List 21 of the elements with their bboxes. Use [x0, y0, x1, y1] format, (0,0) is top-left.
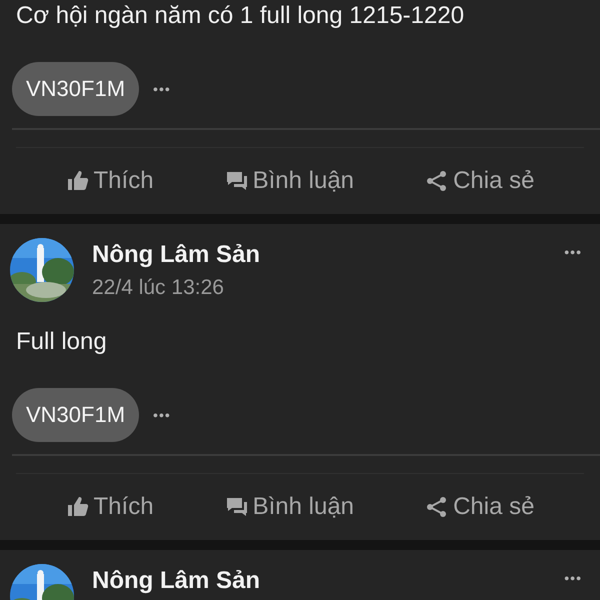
- speech-bubbles-icon: [224, 169, 249, 193]
- share-button[interactable]: Chia sẻ: [419, 163, 540, 199]
- like-button[interactable]: Thích: [60, 163, 160, 199]
- comment-button[interactable]: Bình luận: [218, 489, 360, 525]
- symbol-tag[interactable]: VN30F1M: [12, 62, 140, 116]
- more-options-button[interactable]: •••: [564, 570, 582, 586]
- like-button[interactable]: Thích: [60, 489, 160, 525]
- more-button[interactable]: •••: [153, 81, 171, 97]
- speech-bubbles-icon: [224, 495, 249, 519]
- thumbs-up-icon: [66, 495, 90, 519]
- more-button[interactable]: •••: [153, 407, 171, 423]
- post-text: Full long: [15, 327, 108, 357]
- share-button[interactable]: Chia sẻ: [419, 489, 540, 525]
- more-options-button[interactable]: •••: [564, 244, 582, 260]
- author-name[interactable]: Nông Lâm Sản: [92, 242, 546, 268]
- symbol-tag[interactable]: VN30F1M: [12, 388, 140, 442]
- comment-button[interactable]: Bình luận: [218, 163, 360, 199]
- post-text: Cơ hội ngàn năm có 1 full long 1215-1220: [15, 1, 466, 31]
- thumbs-up-icon: [66, 169, 90, 193]
- author-name[interactable]: Nông Lâm Sản: [92, 568, 546, 594]
- post-time[interactable]: 22/4 lúc 13:26: [92, 276, 546, 300]
